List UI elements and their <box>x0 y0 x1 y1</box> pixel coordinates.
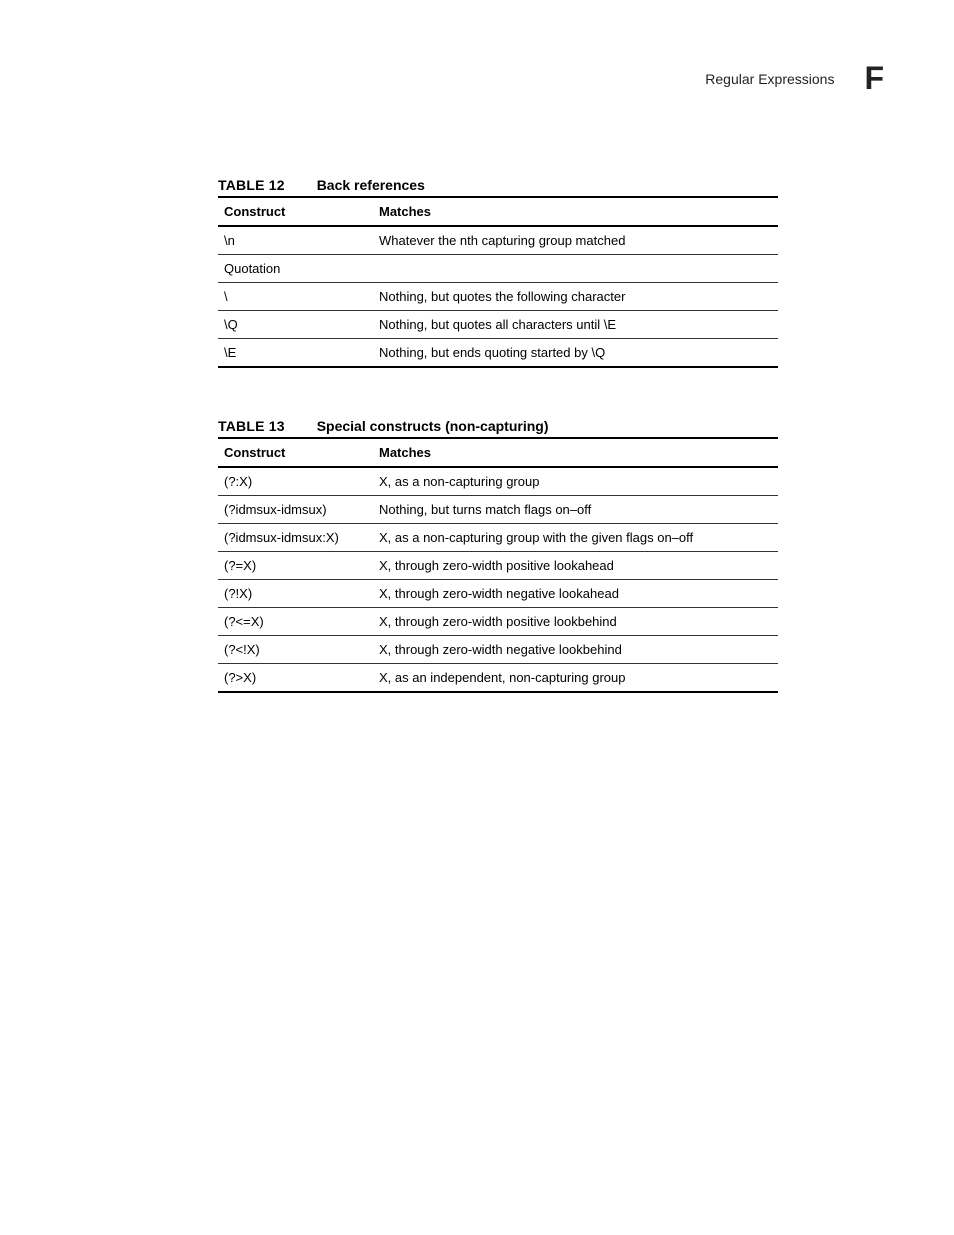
table-row: (?<=X) X, through zero-width positive lo… <box>218 608 778 636</box>
table-row: (?idmsux-idmsux) Nothing, but turns matc… <box>218 496 778 524</box>
table-12-body: \n Whatever the nth capturing group matc… <box>218 226 778 367</box>
table-13-body: (?:X) X, as a non-capturing group (?idms… <box>218 467 778 692</box>
table-row: (?!X) X, through zero-width negative loo… <box>218 580 778 608</box>
table-12-block: TABLE 12 Back references Construct Match… <box>218 177 774 368</box>
table-row: \ Nothing, but quotes the following char… <box>218 283 778 311</box>
table-12-caption: TABLE 12 Back references <box>218 177 774 196</box>
table-13-col-matches: Matches <box>373 438 778 467</box>
table-row: Quotation <box>218 255 778 283</box>
table-12-label: TABLE 12 <box>218 177 285 193</box>
table-13-title: Special constructs (non-capturing) <box>317 418 549 434</box>
cell-construct: \E <box>218 339 373 368</box>
cell-construct: (?!X) <box>218 580 373 608</box>
table-12-col-matches: Matches <box>373 197 778 226</box>
page-header: Regular Expressions F <box>0 60 954 97</box>
cell-construct: (?idmsux-idmsux:X) <box>218 524 373 552</box>
table-row: (?<!X) X, through zero-width negative lo… <box>218 636 778 664</box>
cell-construct: (?=X) <box>218 552 373 580</box>
cell-matches: Nothing, but quotes the following charac… <box>373 283 778 311</box>
table-header-row: Construct Matches <box>218 438 778 467</box>
cell-construct: Quotation <box>218 255 373 283</box>
cell-matches: X, through zero-width negative lookahead <box>373 580 778 608</box>
cell-construct: (?:X) <box>218 467 373 496</box>
cell-matches: X, as a non-capturing group with the giv… <box>373 524 778 552</box>
cell-construct: (?idmsux-idmsux) <box>218 496 373 524</box>
cell-matches: Nothing, but quotes all characters until… <box>373 311 778 339</box>
table-12: Construct Matches \n Whatever the nth ca… <box>218 196 778 368</box>
table-row: (?>X) X, as an independent, non-capturin… <box>218 664 778 693</box>
cell-matches <box>373 255 778 283</box>
cell-matches: Nothing, but ends quoting started by \Q <box>373 339 778 368</box>
table-13-col-construct: Construct <box>218 438 373 467</box>
cell-construct: \ <box>218 283 373 311</box>
table-12-title: Back references <box>317 177 425 193</box>
table-header-row: Construct Matches <box>218 197 778 226</box>
cell-matches: Nothing, but turns match flags on–off <box>373 496 778 524</box>
header-title: Regular Expressions <box>705 71 834 87</box>
header-section-letter: F <box>864 60 884 97</box>
cell-matches: X, as a non-capturing group <box>373 467 778 496</box>
cell-construct: \Q <box>218 311 373 339</box>
cell-matches: X, through zero-width negative lookbehin… <box>373 636 778 664</box>
table-row: \Q Nothing, but quotes all characters un… <box>218 311 778 339</box>
table-row: (?=X) X, through zero-width positive loo… <box>218 552 778 580</box>
cell-construct: (?>X) <box>218 664 373 693</box>
page-content: TABLE 12 Back references Construct Match… <box>0 177 954 693</box>
table-13-block: TABLE 13 Special constructs (non-capturi… <box>218 418 774 693</box>
cell-matches: X, through zero-width positive lookbehin… <box>373 608 778 636</box>
table-13: Construct Matches (?:X) X, as a non-capt… <box>218 437 778 693</box>
cell-construct: \n <box>218 226 373 255</box>
table-12-col-construct: Construct <box>218 197 373 226</box>
table-row: \E Nothing, but ends quoting started by … <box>218 339 778 368</box>
table-row: \n Whatever the nth capturing group matc… <box>218 226 778 255</box>
cell-construct: (?<=X) <box>218 608 373 636</box>
table-row: (?idmsux-idmsux:X) X, as a non-capturing… <box>218 524 778 552</box>
cell-matches: X, as an independent, non-capturing grou… <box>373 664 778 693</box>
table-row: (?:X) X, as a non-capturing group <box>218 467 778 496</box>
page: Regular Expressions F TABLE 12 Back refe… <box>0 0 954 1235</box>
table-13-caption: TABLE 13 Special constructs (non-capturi… <box>218 418 774 437</box>
cell-matches: Whatever the nth capturing group matched <box>373 226 778 255</box>
cell-construct: (?<!X) <box>218 636 373 664</box>
table-13-label: TABLE 13 <box>218 418 285 434</box>
cell-matches: X, through zero-width positive lookahead <box>373 552 778 580</box>
